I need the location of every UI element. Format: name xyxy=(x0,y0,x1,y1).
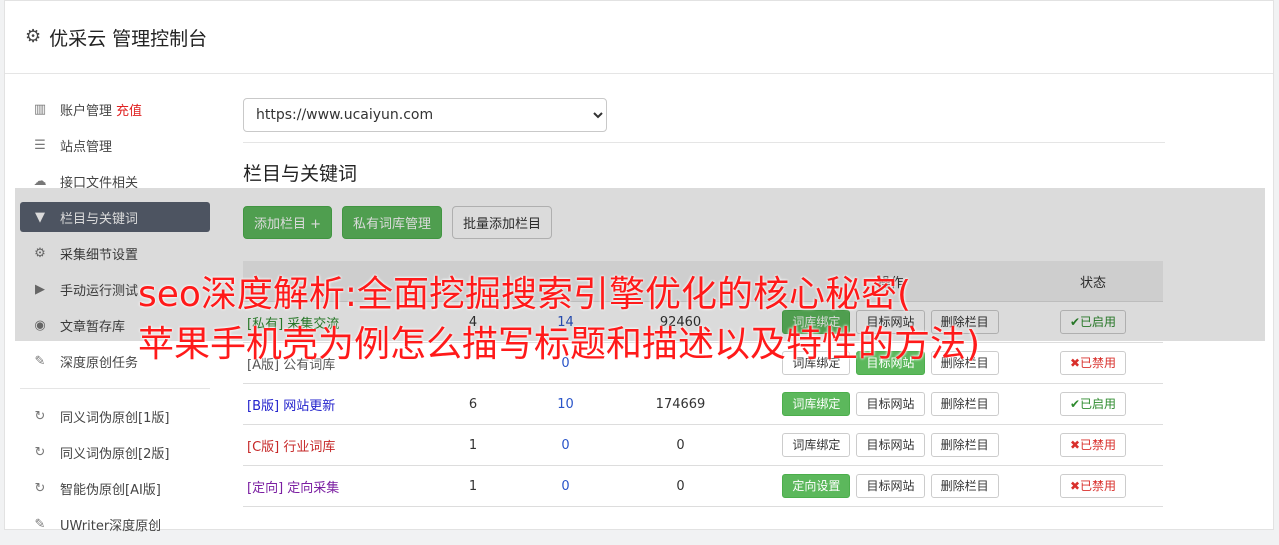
target-site-button[interactable]: 目标网站 xyxy=(856,392,925,416)
recharge-link[interactable]: 充值 xyxy=(116,100,142,119)
status-cell: ✔已启用 xyxy=(1023,383,1163,425)
table-cell: 6 xyxy=(418,383,528,425)
sidebar-item-ai-rewrite[interactable]: ↻ 智能伪原创[AI版] xyxy=(20,473,210,503)
check-icon: ✔ xyxy=(1069,397,1081,411)
sidebar-item-label: 同义词伪原创[2版] xyxy=(60,446,170,462)
section-title: 栏目与关键词 xyxy=(243,163,358,185)
bind-lib-button[interactable]: 词库绑定 xyxy=(782,433,851,457)
refresh-icon: ↻ xyxy=(34,480,46,496)
table-row: [C版] 行业词库 1 0 0 词库绑定 目标网站 删除栏目 ✖已禁用 xyxy=(243,424,1163,466)
sidebar-item-label: 同义词伪原创[1版] xyxy=(60,410,170,426)
gear-icon: ⚙ xyxy=(25,26,42,47)
sidebar-item-account[interactable]: ▥ 账户管理 充值 xyxy=(20,94,210,124)
status-label: 已禁用 xyxy=(1080,479,1117,493)
table-cell: 174669 xyxy=(603,383,758,425)
column-name: 定向采集 xyxy=(287,480,340,496)
column-prefix: [C版] xyxy=(247,439,280,455)
sidebar-item-uwriter[interactable]: ✎ UWriter深度原创 xyxy=(20,509,210,539)
table-cell: 0 xyxy=(603,465,758,507)
table-cell[interactable]: 10 xyxy=(528,383,603,425)
status-cell: ✖已禁用 xyxy=(1023,465,1163,507)
cloud-upload-icon: ☁ xyxy=(33,173,47,189)
sidebar-item-synonym-v2[interactable]: ↻ 同义词伪原创[2版] xyxy=(20,437,210,467)
edit-icon: ✎ xyxy=(34,516,46,532)
status-label: 已禁用 xyxy=(1080,438,1117,452)
refresh-icon: ↻ xyxy=(34,444,46,460)
header: ⚙ 优采云 管理控制台 xyxy=(5,1,1273,74)
target-site-button[interactable]: 目标网站 xyxy=(856,433,925,457)
table-cell: 1 xyxy=(418,465,528,507)
column-name-cell[interactable]: [定向] 定向采集 xyxy=(243,465,418,507)
table-cell[interactable]: 0 xyxy=(528,465,603,507)
column-name: 网站更新 xyxy=(283,398,336,414)
actions-cell: 词库绑定 目标网站 删除栏目 xyxy=(758,424,1023,466)
status-cell: ✖已禁用 xyxy=(1023,424,1163,466)
delete-column-button[interactable]: 删除栏目 xyxy=(930,433,999,457)
overlay-headline: seo深度解析:全面挖掘搜索引擎优化的核心秘密( 苹果手机壳为例怎么描写标题和描… xyxy=(138,270,1258,370)
table-row: [B版] 网站更新 6 10 174669 词库绑定 目标网站 删除栏目 ✔已启… xyxy=(243,383,1163,425)
directed-settings-button[interactable]: 定向设置 xyxy=(782,474,851,498)
refresh-icon: ↻ xyxy=(34,408,46,424)
overlay-line-1: seo深度解析:全面挖掘搜索引擎优化的核心秘密( xyxy=(138,274,912,315)
bind-lib-button[interactable]: 词库绑定 xyxy=(782,392,851,416)
x-icon: ✖ xyxy=(1069,438,1081,452)
actions-cell: 词库绑定 目标网站 删除栏目 xyxy=(758,383,1023,425)
sidebar-divider xyxy=(20,388,210,389)
status-toggle[interactable]: ✖已禁用 xyxy=(1059,433,1127,457)
table-cell: 1 xyxy=(418,424,528,466)
sidebar-item-label: 站点管理 xyxy=(60,139,113,155)
sidebar-item-synonym-v1[interactable]: ↻ 同义词伪原创[1版] xyxy=(20,401,210,431)
overlay-line-2: 苹果手机壳为例怎么描写标题和描述以及特性的方法) xyxy=(138,324,981,365)
site-select[interactable]: https://www.ucaiyun.com xyxy=(243,98,607,132)
table-row: [定向] 定向采集 1 0 0 定向设置 目标网站 删除栏目 ✖已禁用 xyxy=(243,465,1163,507)
column-name: 行业词库 xyxy=(283,439,336,455)
server-icon: ☰ xyxy=(34,137,46,153)
column-prefix: [定向] xyxy=(247,480,284,496)
column-name-cell[interactable]: [B版] 网站更新 xyxy=(243,383,418,425)
delete-column-button[interactable]: 删除栏目 xyxy=(930,392,999,416)
actions-cell: 定向设置 目标网站 删除栏目 xyxy=(758,465,1023,507)
column-name-cell[interactable]: [C版] 行业词库 xyxy=(243,424,418,466)
delete-column-button[interactable]: 删除栏目 xyxy=(930,474,999,498)
sidebar-item-label: 智能伪原创[AI版] xyxy=(60,482,161,498)
sidebar-item-label: UWriter深度原创 xyxy=(60,518,162,534)
edit-icon: ✎ xyxy=(34,353,46,369)
status-label: 已启用 xyxy=(1080,397,1117,411)
table-cell[interactable]: 0 xyxy=(528,424,603,466)
status-toggle[interactable]: ✔已启用 xyxy=(1059,392,1127,416)
bar-chart-icon: ▥ xyxy=(33,101,47,117)
table-cell: 0 xyxy=(603,424,758,466)
sidebar-item-sites[interactable]: ☰ 站点管理 xyxy=(20,130,210,160)
sidebar-item-label: 深度原创任务 xyxy=(60,355,139,371)
page-title: 优采云 管理控制台 xyxy=(49,27,208,50)
sidebar-item-label: 账户管理 xyxy=(60,103,113,119)
column-prefix: [B版] xyxy=(247,398,280,414)
status-toggle[interactable]: ✖已禁用 xyxy=(1059,474,1127,498)
x-icon: ✖ xyxy=(1069,479,1081,493)
section-divider xyxy=(243,142,1165,143)
target-site-button[interactable]: 目标网站 xyxy=(856,474,925,498)
